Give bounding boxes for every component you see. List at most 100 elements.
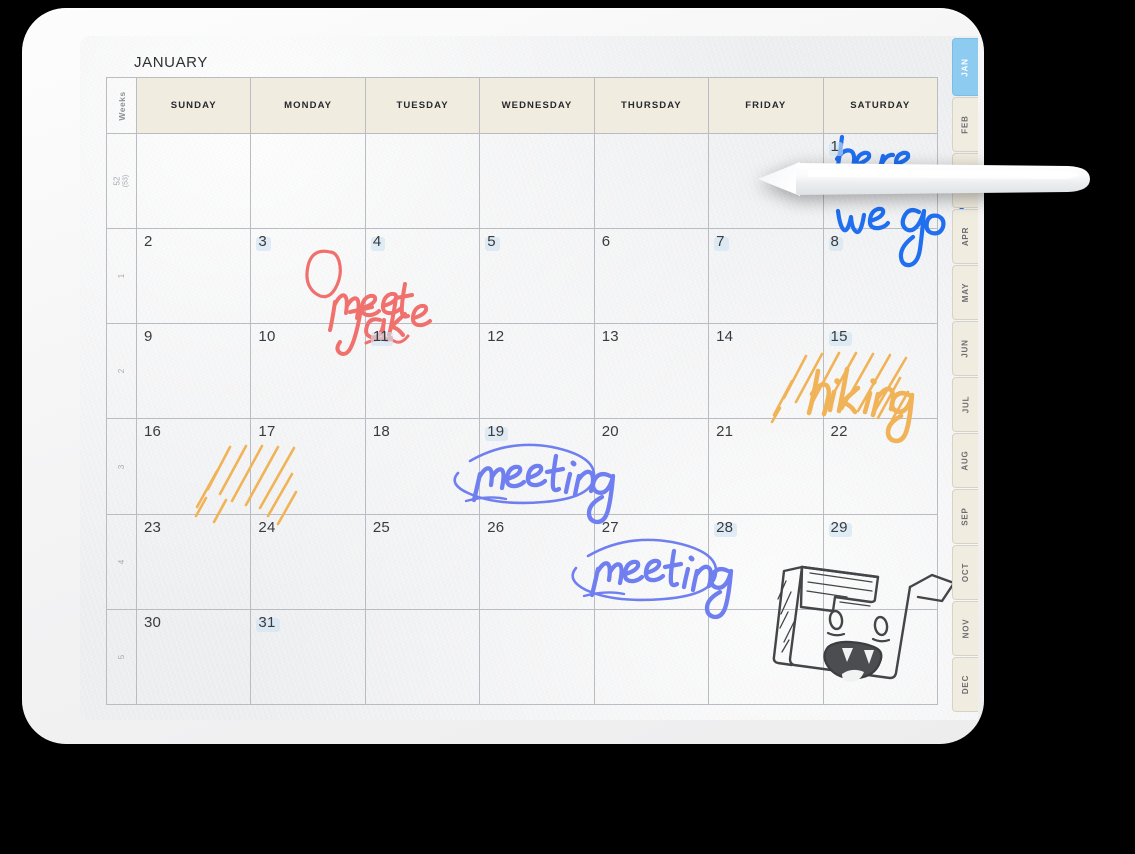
- day-number: 26: [487, 518, 505, 536]
- day-cell-empty[interactable]: [479, 608, 595, 706]
- month-tab-nov[interactable]: NOV: [952, 601, 978, 656]
- day-cell-19[interactable]: 19: [479, 418, 595, 515]
- day-cell-27[interactable]: 27: [593, 513, 710, 610]
- day-cell-17[interactable]: 17: [250, 418, 366, 515]
- day-number: 2: [144, 233, 153, 251]
- week-number-1: 1: [116, 274, 126, 279]
- month-tab-dec[interactable]: DEC: [952, 657, 978, 712]
- calendar-week-row: 3 16 17 18 19 20 21 22: [106, 418, 939, 515]
- tablet-screen: JANUARY Weeks SUNDAY MONDAY TUESDAY WEDN…: [80, 36, 978, 720]
- day-number: 27: [601, 518, 619, 536]
- day-cell-3[interactable]: 3: [250, 228, 366, 325]
- day-cell-empty[interactable]: [479, 132, 595, 230]
- month-tab-label: JAN: [961, 57, 970, 77]
- day-cell-28[interactable]: 28: [708, 513, 824, 610]
- day-header-sunday[interactable]: SUNDAY: [135, 77, 252, 134]
- day-cell-empty[interactable]: [250, 132, 366, 230]
- day-number: 23: [144, 518, 162, 536]
- day-header-thursday[interactable]: THURSDAY: [593, 77, 710, 134]
- week-number-4: 4: [116, 559, 126, 564]
- day-cell-8[interactable]: 8: [822, 228, 939, 325]
- stylus-pencil[interactable]: [756, 156, 1092, 202]
- stylus-tip: [758, 162, 800, 196]
- day-cell-10[interactable]: 10: [250, 323, 366, 420]
- day-number: 9: [144, 328, 153, 346]
- day-cell-30[interactable]: 30: [135, 608, 252, 706]
- day-cell-empty[interactable]: [708, 608, 824, 706]
- day-number: 14: [716, 328, 734, 346]
- month-tab-label: FEB: [961, 115, 970, 134]
- day-cell-4[interactable]: 4: [364, 228, 481, 325]
- month-tab-oct[interactable]: OCT: [952, 545, 978, 600]
- day-cell-9[interactable]: 9: [135, 323, 252, 420]
- day-number: 28: [714, 518, 738, 537]
- day-cell-empty[interactable]: [364, 608, 481, 706]
- week-number-2: 2: [116, 369, 126, 374]
- day-cell-empty[interactable]: [135, 132, 252, 230]
- day-number: 31: [256, 613, 280, 632]
- day-cell-empty[interactable]: [593, 132, 710, 230]
- month-tab-label: OCT: [960, 562, 970, 583]
- day-cell-empty[interactable]: [822, 608, 939, 706]
- weeks-column-header: Weeks: [106, 77, 137, 134]
- day-header-wednesday[interactable]: WEDNESDAY: [479, 77, 595, 134]
- month-tab-feb[interactable]: FEB: [952, 97, 978, 152]
- week-number-cell: 3: [106, 418, 137, 515]
- month-tab-aug[interactable]: AUG: [952, 433, 978, 488]
- calendar-week-row: 2 9 10 11 12 13 14 15: [106, 323, 939, 420]
- day-cell-22[interactable]: 22: [822, 418, 939, 515]
- day-cell-24[interactable]: 24: [250, 513, 366, 610]
- month-tab-label: JUN: [961, 339, 970, 358]
- month-tab-jan[interactable]: JAN: [952, 38, 978, 96]
- day-cell-7[interactable]: 7: [708, 228, 824, 325]
- calendar-header-row: Weeks SUNDAY MONDAY TUESDAY WEDNESDAY TH…: [106, 77, 939, 134]
- week-number-52: 52 (53): [112, 174, 130, 188]
- month-tab-sep[interactable]: SEP: [952, 489, 978, 544]
- day-cell-29[interactable]: 29: [822, 513, 939, 610]
- day-number: 4: [370, 233, 385, 252]
- day-header-tuesday[interactable]: TUESDAY: [364, 77, 481, 134]
- day-cell-6[interactable]: 6: [593, 228, 710, 325]
- day-cell-empty[interactable]: [593, 608, 710, 706]
- month-tab-apr[interactable]: APR: [952, 209, 978, 264]
- day-cell-5[interactable]: 5: [479, 228, 595, 325]
- day-number: 21: [716, 423, 734, 441]
- month-tab-jul[interactable]: JUL: [952, 377, 978, 432]
- day-number: 30: [144, 613, 162, 631]
- day-cell-11[interactable]: 11: [364, 323, 481, 420]
- day-cell-21[interactable]: 21: [708, 418, 824, 515]
- month-tab-label: DEC: [960, 674, 970, 695]
- weeks-column-label: Weeks: [116, 90, 127, 121]
- day-cell-2[interactable]: 2: [135, 228, 252, 325]
- day-number: 10: [258, 328, 276, 346]
- day-header-friday[interactable]: FRIDAY: [708, 77, 824, 134]
- week-number-cell: 1: [106, 228, 137, 325]
- day-cell-31[interactable]: 31: [250, 608, 366, 706]
- day-number: 8: [828, 233, 843, 252]
- month-tab-label: MAY: [960, 282, 970, 303]
- month-tab-strip: JAN FEB MAR APR MAY JUN JUL AUG SEP OCT …: [952, 36, 978, 720]
- week-number-cell: 5: [106, 608, 137, 706]
- day-number: 24: [258, 518, 276, 536]
- day-cell-15[interactable]: 15: [822, 323, 939, 420]
- day-cell-23[interactable]: 23: [135, 513, 252, 610]
- day-cell-13[interactable]: 13: [593, 323, 710, 420]
- month-tab-may[interactable]: MAY: [952, 265, 978, 320]
- day-cell-20[interactable]: 20: [593, 418, 710, 515]
- month-tab-label: SEP: [960, 507, 970, 526]
- day-header-saturday[interactable]: SATURDAY: [822, 77, 939, 134]
- day-cell-12[interactable]: 12: [479, 323, 595, 420]
- calendar-week-row: 4 23 24 25 26 27 28 29: [106, 513, 939, 610]
- day-cell-empty[interactable]: [364, 132, 481, 230]
- day-number: 7: [714, 233, 729, 252]
- calendar-week-row: 5 30 31: [106, 608, 939, 706]
- page-title: JANUARY: [134, 54, 208, 71]
- screenshot-stage: JANUARY Weeks SUNDAY MONDAY TUESDAY WEDN…: [0, 0, 1135, 854]
- day-cell-26[interactable]: 26: [479, 513, 595, 610]
- day-header-monday[interactable]: MONDAY: [250, 77, 366, 134]
- day-cell-14[interactable]: 14: [708, 323, 824, 420]
- month-tab-jun[interactable]: JUN: [952, 321, 978, 376]
- day-cell-18[interactable]: 18: [364, 418, 481, 515]
- day-cell-25[interactable]: 25: [364, 513, 481, 610]
- day-cell-16[interactable]: 16: [135, 418, 252, 515]
